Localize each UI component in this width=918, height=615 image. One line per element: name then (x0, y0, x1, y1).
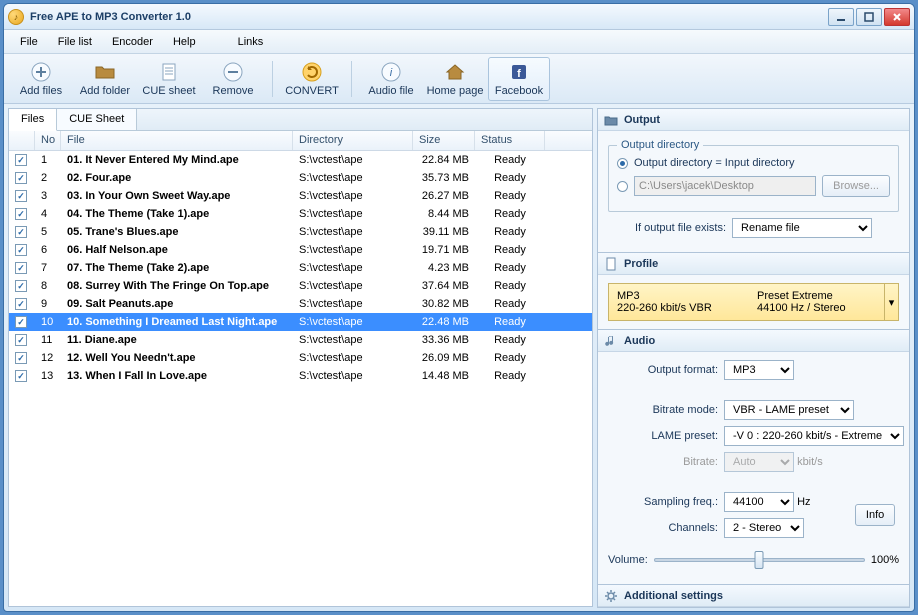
file-list-pane: Files CUE Sheet No File Directory Size S… (8, 108, 593, 607)
output-format-select[interactable]: MP3 (724, 360, 794, 380)
info-button[interactable]: Info (855, 504, 895, 526)
tabstrip: Files CUE Sheet (9, 109, 592, 131)
menu-file[interactable]: File (10, 33, 48, 51)
profile-section: Profile MP3Preset Extreme 220-260 kbit/s… (597, 253, 910, 330)
app-title: Free APE to MP3 Converter 1.0 (30, 11, 828, 23)
table-row[interactable]: 1010. Something I Dreamed Last Night.ape… (9, 313, 592, 331)
additional-section[interactable]: Additional settings (597, 585, 910, 608)
menubar: File File list Encoder Help Links (4, 30, 914, 54)
profile-selector[interactable]: MP3Preset Extreme 220-260 kbit/s VBR4410… (608, 283, 899, 321)
output-path-input[interactable] (634, 176, 816, 196)
additional-heading: Additional settings (624, 590, 723, 602)
output-section: Output Output directory Output directory… (597, 108, 910, 253)
audio-section: Audio Output format: MP3 Bitrate mode: V… (597, 330, 910, 585)
convert-icon (301, 61, 323, 83)
row-checkbox[interactable] (15, 298, 27, 310)
row-checkbox[interactable] (15, 280, 27, 292)
info-icon: i (380, 61, 402, 83)
lame-preset-select[interactable]: -V 0 : 220-260 kbit/s - Extreme (724, 426, 904, 446)
tab-cue-sheet[interactable]: CUE Sheet (57, 109, 137, 130)
row-checkbox[interactable] (15, 262, 27, 274)
col-status[interactable]: Status (475, 131, 545, 150)
folder-icon (604, 113, 618, 127)
row-checkbox[interactable] (15, 154, 27, 166)
table-body[interactable]: 101. It Never Entered My Mind.apeS:\vcte… (9, 151, 592, 606)
row-checkbox[interactable] (15, 226, 27, 238)
app-window: ♪ Free APE to MP3 Converter 1.0 File Fil… (3, 3, 915, 612)
facebook-icon: f (508, 61, 530, 83)
menu-file-list[interactable]: File list (48, 33, 102, 51)
row-checkbox[interactable] (15, 244, 27, 256)
document-icon (604, 257, 618, 271)
chevron-down-icon: ▾ (884, 284, 898, 320)
output-same-dir-radio[interactable] (617, 158, 628, 169)
svg-text:f: f (517, 68, 521, 80)
gear-icon (604, 589, 618, 603)
row-checkbox[interactable] (15, 334, 27, 346)
add-files-button[interactable]: Add files (10, 57, 72, 101)
row-checkbox[interactable] (15, 172, 27, 184)
menu-encoder[interactable]: Encoder (102, 33, 163, 51)
document-icon (158, 61, 180, 83)
table-row[interactable]: 808. Surrey With The Fringe On Top.apeS:… (9, 277, 592, 295)
table-row[interactable]: 404. The Theme (Take 1).apeS:\vctest\ape… (9, 205, 592, 223)
table-row[interactable]: 1111. Diane.apeS:\vctest\ape33.36 MBRead… (9, 331, 592, 349)
bitrate-select[interactable]: Auto (724, 452, 794, 472)
col-file[interactable]: File (61, 131, 293, 150)
table-row[interactable]: 1313. When I Fall In Love.apeS:\vctest\a… (9, 367, 592, 385)
col-size[interactable]: Size (413, 131, 475, 150)
table-row[interactable]: 707. The Theme (Take 2).apeS:\vctest\ape… (9, 259, 592, 277)
home-page-button[interactable]: Home page (424, 57, 486, 101)
settings-pane: Output Output directory Output directory… (597, 108, 910, 607)
minimize-button[interactable] (828, 8, 854, 26)
row-checkbox[interactable] (15, 352, 27, 364)
app-icon: ♪ (8, 9, 24, 25)
minus-icon (222, 61, 244, 83)
facebook-button[interactable]: f Facebook (488, 57, 550, 101)
toolbar: Add files Add folder CUE sheet Remove CO… (4, 54, 914, 104)
add-folder-button[interactable]: Add folder (74, 57, 136, 101)
browse-button[interactable]: Browse... (822, 175, 890, 197)
table-row[interactable]: 606. Half Nelson.apeS:\vctest\ape19.71 M… (9, 241, 592, 259)
menu-help[interactable]: Help (163, 33, 206, 51)
audio-file-button[interactable]: i Audio file (360, 57, 422, 101)
output-heading: Output (624, 114, 660, 126)
close-button[interactable] (884, 8, 910, 26)
row-checkbox[interactable] (15, 370, 27, 382)
volume-slider[interactable] (654, 550, 865, 570)
remove-button[interactable]: Remove (202, 57, 264, 101)
col-directory[interactable]: Directory (293, 131, 413, 150)
row-checkbox[interactable] (15, 208, 27, 220)
col-no[interactable]: No (35, 131, 61, 150)
menu-links[interactable]: Links (228, 33, 274, 51)
channels-select[interactable]: 2 - Stereo (724, 518, 804, 538)
row-checkbox[interactable] (15, 316, 27, 328)
note-icon (604, 334, 618, 348)
convert-button[interactable]: CONVERT (281, 57, 343, 101)
folder-icon (94, 61, 116, 83)
tab-files[interactable]: Files (9, 109, 57, 131)
audio-heading: Audio (624, 335, 655, 347)
row-checkbox[interactable] (15, 190, 27, 202)
table-row[interactable]: 505. Trane's Blues.apeS:\vctest\ape39.11… (9, 223, 592, 241)
table-row[interactable]: 202. Four.apeS:\vctest\ape35.73 MBReady (9, 169, 592, 187)
table-row[interactable]: 1212. Well You Needn't.apeS:\vctest\ape2… (9, 349, 592, 367)
sampling-select[interactable]: 44100 (724, 492, 794, 512)
home-icon (444, 61, 466, 83)
table-row[interactable]: 909. Salt Peanuts.apeS:\vctest\ape30.82 … (9, 295, 592, 313)
output-custom-dir-radio[interactable] (617, 181, 628, 192)
plus-icon (30, 61, 52, 83)
cue-sheet-button[interactable]: CUE sheet (138, 57, 200, 101)
table-row[interactable]: 101. It Never Entered My Mind.apeS:\vcte… (9, 151, 592, 169)
profile-heading: Profile (624, 258, 658, 270)
maximize-button[interactable] (856, 8, 882, 26)
titlebar[interactable]: ♪ Free APE to MP3 Converter 1.0 (4, 4, 914, 30)
table-header: No File Directory Size Status (9, 131, 592, 151)
if-exists-select[interactable]: Rename file (732, 218, 872, 238)
table-row[interactable]: 303. In Your Own Sweet Way.apeS:\vctest\… (9, 187, 592, 205)
bitrate-mode-select[interactable]: VBR - LAME preset (724, 400, 854, 420)
